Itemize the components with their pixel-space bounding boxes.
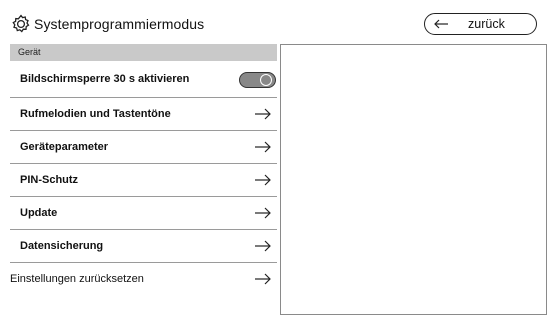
- gear-icon: [12, 14, 30, 33]
- arrow-right-icon: [255, 141, 271, 153]
- app-header: Systemprogrammiermodus zurück: [0, 0, 549, 44]
- ringtones-row[interactable]: Rufmelodien und Tastentöne: [10, 98, 277, 131]
- settings-list: Gerät Bildschirmsperre 30 s aktivieren R…: [10, 44, 277, 315]
- arrow-right-icon: [255, 273, 271, 285]
- arrow-left-icon: [434, 19, 448, 29]
- arrow-right-icon: [255, 174, 271, 186]
- arrow-right-icon: [255, 240, 271, 252]
- update-label: Update: [20, 207, 58, 219]
- ringtones-label: Rufmelodien und Tastentöne: [20, 108, 171, 120]
- toggle-knob: [260, 74, 272, 86]
- reset-settings-label: Einstellungen zurücksetzen: [10, 273, 144, 285]
- device-parameters-row[interactable]: Geräteparameter: [10, 131, 277, 164]
- backup-label: Datensicherung: [20, 240, 104, 252]
- reset-settings-row[interactable]: Einstellungen zurücksetzen: [10, 263, 277, 296]
- backup-row[interactable]: Datensicherung: [10, 230, 277, 263]
- pin-protection-row[interactable]: PIN-Schutz: [10, 164, 277, 197]
- detail-panel: [280, 44, 547, 315]
- device-parameters-label: Geräteparameter: [20, 141, 109, 153]
- back-button-label: zurück: [468, 17, 505, 31]
- arrow-right-icon: [255, 108, 271, 120]
- screen-lock-label: Bildschirmsperre 30 s aktivieren: [20, 73, 190, 85]
- screen-lock-toggle[interactable]: [239, 72, 276, 88]
- pin-protection-label: PIN-Schutz: [20, 174, 79, 186]
- update-row[interactable]: Update: [10, 197, 277, 230]
- back-button[interactable]: zurück: [424, 13, 537, 35]
- arrow-right-icon: [255, 207, 271, 219]
- screen-lock-row[interactable]: Bildschirmsperre 30 s aktivieren: [10, 61, 277, 98]
- page-title: Systemprogrammiermodus: [34, 16, 205, 32]
- section-header: Gerät: [10, 44, 277, 61]
